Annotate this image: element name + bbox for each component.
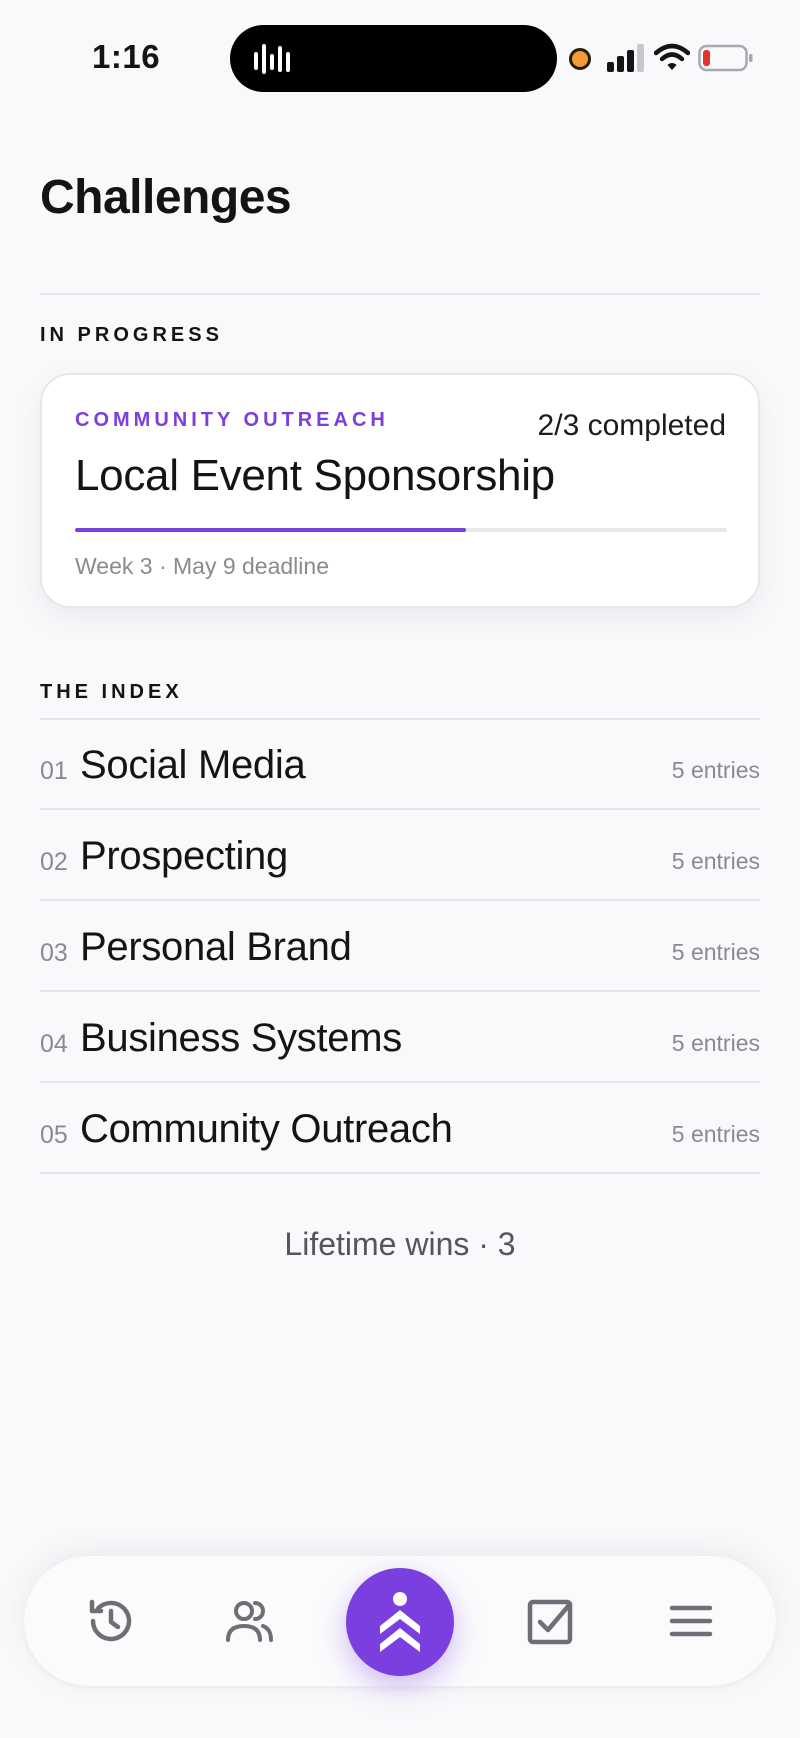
- audio-wave-icon: [254, 44, 290, 74]
- title-divider: [40, 293, 760, 295]
- index-item-name: Personal Brand: [80, 925, 352, 969]
- page-title: Challenges: [40, 171, 292, 224]
- wifi-icon: [654, 43, 690, 70]
- index-item-name: Business Systems: [80, 1016, 402, 1060]
- index-item-name: Social Media: [80, 743, 306, 787]
- status-bar: 1:16: [0, 0, 800, 116]
- index-item-count: 5 entries: [671, 1030, 760, 1056]
- recording-indicator-icon: [569, 48, 591, 70]
- index-item-personal-brand[interactable]: 03 Personal Brand 5 entries: [40, 901, 760, 992]
- challenge-title: Local Event Sponsorship: [75, 451, 555, 500]
- people-icon[interactable]: [222, 1594, 276, 1648]
- dynamic-island[interactable]: [230, 25, 557, 92]
- index-item-number: 02: [40, 848, 68, 876]
- index-item-number: 05: [40, 1121, 68, 1149]
- index-item-count: 5 entries: [671, 939, 760, 965]
- index-item-community-outreach[interactable]: 05 Community Outreach 5 entries: [40, 1083, 760, 1174]
- index-item-name: Community Outreach: [80, 1107, 453, 1151]
- active-challenge-card[interactable]: COMMUNITY OUTREACH 2/3 completed Local E…: [40, 373, 760, 608]
- index-item-social-media[interactable]: 01 Social Media 5 entries: [40, 719, 760, 810]
- index-item-number: 03: [40, 939, 68, 967]
- index-item-count: 5 entries: [671, 848, 760, 874]
- challenges-tab-button[interactable]: [346, 1568, 454, 1676]
- challenge-progress-bar: [75, 528, 727, 532]
- index-item-business-systems[interactable]: 04 Business Systems 5 entries: [40, 992, 760, 1083]
- index-item-count: 5 entries: [671, 1121, 760, 1147]
- index-item-prospecting[interactable]: 02 Prospecting 5 entries: [40, 810, 760, 901]
- in-progress-section-label: IN PROGRESS: [40, 324, 223, 346]
- tab-bar: [24, 1556, 776, 1686]
- battery-low-icon: [698, 44, 753, 72]
- index-list: 01 Social Media 5 entries 02 Prospecting…: [40, 719, 760, 1174]
- status-time: 1:16: [92, 38, 161, 75]
- lifetime-wins: Lifetime wins · 3: [284, 1226, 516, 1262]
- challenge-progress-text: 2/3 completed: [537, 409, 726, 442]
- challenge-category: COMMUNITY OUTREACH: [75, 409, 389, 431]
- index-section-label: THE INDEX: [40, 681, 183, 703]
- challenges-screen: 1:16 Challenges IN PROGRESS COMMUNITY OU…: [0, 0, 800, 1738]
- cellular-signal-icon: [607, 44, 644, 72]
- index-item-count: 5 entries: [671, 757, 760, 783]
- climber-icon: [380, 1592, 420, 1652]
- index-item-number: 01: [40, 757, 68, 785]
- challenge-progress-fill: [75, 528, 467, 532]
- history-icon[interactable]: [84, 1594, 138, 1648]
- challenge-deadline: Week 3 · May 9 deadline: [75, 553, 329, 579]
- index-item-name: Prospecting: [80, 834, 288, 878]
- checkbox-icon[interactable]: [524, 1594, 578, 1648]
- menu-icon[interactable]: [664, 1594, 718, 1648]
- index-item-number: 04: [40, 1030, 68, 1058]
